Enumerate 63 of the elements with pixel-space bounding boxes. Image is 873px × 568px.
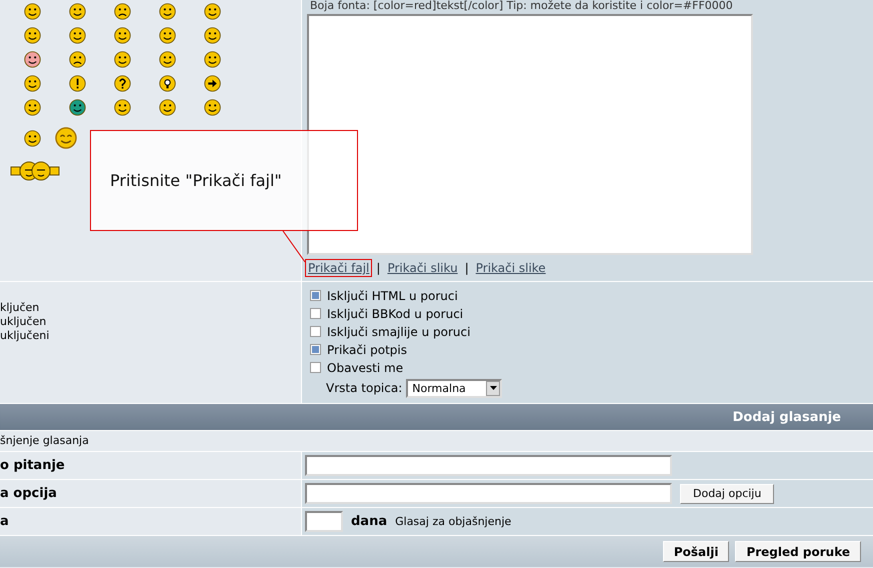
smiley-icon[interactable] — [114, 99, 131, 116]
smiley-icon[interactable] — [69, 99, 86, 116]
input-field[interactable] — [305, 483, 672, 504]
smiley-icon[interactable] — [24, 75, 41, 92]
topic-type-label: Vrsta topica: — [326, 381, 402, 395]
checkbox[interactable] — [310, 362, 321, 373]
input-field[interactable] — [305, 511, 343, 532]
poll-field-label: a opcija — [0, 486, 57, 501]
checkbox[interactable] — [310, 290, 321, 301]
smiley-icon[interactable] — [69, 3, 86, 20]
smiley-icon[interactable] — [55, 127, 77, 149]
smiley-icon[interactable] — [24, 27, 41, 44]
smiley-icon[interactable] — [159, 51, 176, 68]
exclamation-icon[interactable] — [69, 75, 86, 92]
poll-header: Dodaj glasanje — [0, 404, 873, 431]
smiley-icon[interactable] — [204, 51, 221, 68]
submit-button[interactable]: Pošalji — [662, 541, 730, 562]
font-hint: Boja fonta: [color=red]tekst[/color] Tip: možete da koristite i color=#FF0000 — [309, 0, 734, 14]
attach-link[interactable]: Prikači fajl — [305, 259, 372, 277]
smiley-icon[interactable] — [114, 3, 131, 20]
leader-line — [282, 231, 306, 263]
callout-box: Pritisnite "Prikači fajl" — [90, 130, 358, 231]
smiley-icon[interactable] — [24, 3, 41, 20]
checkbox[interactable] — [310, 326, 321, 337]
smiley-icon[interactable] — [69, 51, 86, 68]
option-label: Obavesti me — [327, 360, 404, 374]
smiley-icon[interactable] — [24, 130, 41, 146]
smileys-toasting-icon[interactable] — [10, 159, 60, 181]
option-label: Isključi BBKod u poruci — [327, 306, 464, 320]
input-field[interactable] — [305, 455, 672, 476]
smiley-icon[interactable] — [204, 27, 221, 44]
attach-link[interactable]: Prikači slike — [472, 259, 549, 277]
smiley-icon[interactable] — [69, 27, 86, 44]
days-unit: dana — [351, 514, 388, 529]
status-line: ključen — [0, 301, 40, 315]
poll-field-label: o pitanje — [0, 458, 65, 473]
option-label: Isključi HTML u poruci — [327, 288, 458, 302]
checkbox[interactable] — [310, 308, 321, 319]
add-option-button[interactable]: Dodaj opciju — [680, 484, 774, 504]
question-mark-icon[interactable] — [114, 75, 131, 92]
status-line: uključen — [0, 315, 48, 329]
status-line: uključeni — [0, 329, 50, 343]
dropdown-arrow-icon — [490, 386, 497, 390]
link-separator: | — [376, 261, 380, 275]
checkbox[interactable] — [310, 344, 321, 355]
poll-note: Glasaj za objašnjenje — [395, 515, 512, 528]
smiley-icon[interactable] — [159, 3, 176, 20]
smiley-icon[interactable] — [159, 99, 176, 116]
option-label: Isključi smajlije u poruci — [327, 324, 470, 338]
smiley-icon[interactable] — [114, 51, 131, 68]
smiley-icon[interactable] — [204, 3, 221, 20]
smiley-icon[interactable] — [24, 51, 41, 68]
attach-link[interactable]: Prikači sliku — [384, 259, 461, 277]
poll-field-label: a — [0, 514, 9, 529]
smiley-icon[interactable] — [114, 27, 131, 44]
link-separator: | — [464, 261, 469, 275]
lightbulb-icon[interactable] — [159, 75, 176, 92]
submit-button[interactable]: Pregled poruke — [735, 541, 861, 562]
smiley-icon[interactable] — [159, 27, 176, 44]
option-label: Prikači potpis — [327, 342, 407, 356]
smiley-icon[interactable] — [204, 99, 221, 116]
topic-type-select[interactable]: Normalna — [406, 378, 502, 398]
smiley-icon[interactable] — [24, 99, 41, 116]
